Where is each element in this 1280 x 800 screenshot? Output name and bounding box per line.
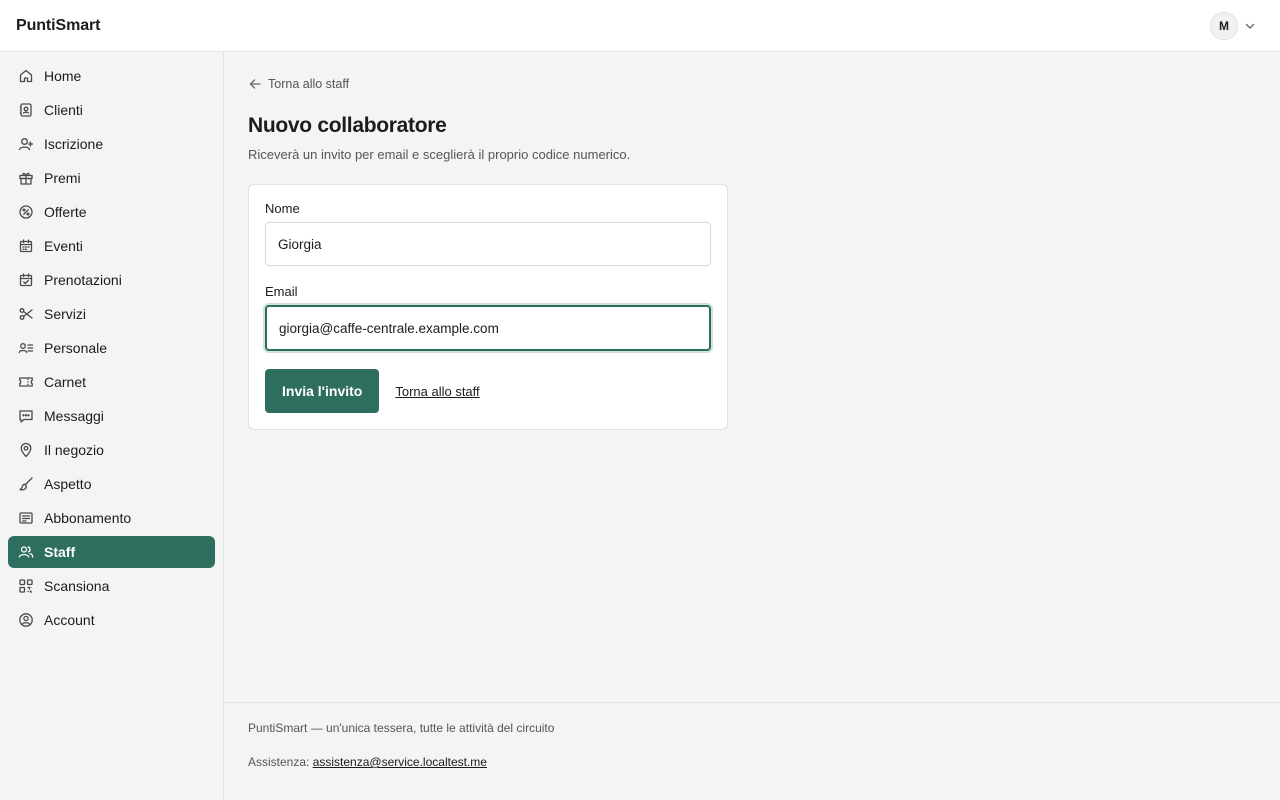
sidebar-item-label: Messaggi (44, 408, 104, 424)
contacts-icon (18, 102, 34, 118)
sidebar-item-aspetto[interactable]: Aspetto (8, 468, 215, 500)
ticket-icon (18, 374, 34, 390)
sidebar-item-label: Account (44, 612, 95, 628)
home-icon (18, 68, 34, 84)
user-list-icon (18, 340, 34, 356)
sidebar-item-label: Premi (44, 170, 81, 186)
name-input[interactable] (265, 222, 711, 266)
sidebar: Home Clienti Iscrizione Premi Offerte Ev… (0, 52, 224, 800)
sidebar-item-carnet[interactable]: Carnet (8, 366, 215, 398)
email-input[interactable] (265, 305, 711, 351)
footer-tagline: PuntiSmart — un'unica tessera, tutte le … (248, 721, 555, 735)
scissors-icon (18, 306, 34, 322)
sidebar-item-clienti[interactable]: Clienti (8, 94, 215, 126)
avatar[interactable]: M (1210, 11, 1238, 40)
sidebar-item-offerte[interactable]: Offerte (8, 196, 215, 228)
map-pin-icon (18, 442, 34, 458)
user-circle-icon (18, 612, 34, 628)
sidebar-item-label: Aspetto (44, 476, 92, 492)
sidebar-item-abbonamento[interactable]: Abbonamento (8, 502, 215, 534)
sidebar-item-premi[interactable]: Premi (8, 162, 215, 194)
name-group: Nome (265, 201, 711, 266)
brand-logo[interactable]: PuntiSmart (16, 17, 100, 35)
sidebar-item-messaggi[interactable]: Messaggi (8, 400, 215, 432)
form-actions: Invia l'invito Torna allo staff (265, 369, 711, 413)
back-link[interactable]: Torna allo staff (248, 77, 349, 91)
sidebar-item-label: Home (44, 68, 82, 84)
percent-badge-icon (18, 204, 34, 220)
sidebar-item-label: Iscrizione (44, 136, 104, 152)
send-invite-button[interactable]: Invia l'invito (265, 369, 380, 413)
sidebar-item-prenotazioni[interactable]: Prenotazioni (8, 264, 215, 296)
back-link-label[interactable]: Torna allo staff (268, 77, 349, 91)
user-menu[interactable]: M (1210, 11, 1264, 40)
sidebar-item-iscrizione[interactable]: Iscrizione (8, 128, 215, 160)
users-icon (18, 544, 34, 560)
main-content: Torna allo staff Nuovo collaboratore Ric… (224, 52, 1280, 702)
user-plus-icon (18, 136, 34, 152)
page-subtitle: Riceverà un invito per email e sceglierà… (248, 147, 631, 162)
sidebar-item-label: Offerte (44, 204, 87, 220)
sidebar-item-account[interactable]: Account (8, 604, 215, 636)
sidebar-item-il-negozio[interactable]: Il negozio (8, 434, 215, 466)
email-group: Email (265, 284, 711, 351)
sidebar-item-servizi[interactable]: Servizi (8, 298, 215, 330)
sidebar-item-label: Servizi (44, 306, 87, 322)
sidebar-item-label: Il negozio (44, 442, 104, 458)
sidebar-item-label: Clienti (44, 102, 83, 118)
gift-icon (18, 170, 34, 186)
support-email-link[interactable]: assistenza@service.localtest.me (313, 755, 487, 769)
sidebar-item-label: Abbonamento (44, 510, 132, 526)
top-bar: PuntiSmart M (0, 0, 1280, 52)
name-label: Nome (265, 201, 300, 216)
message-icon (18, 408, 34, 424)
sidebar-item-scansiona[interactable]: Scansiona (8, 570, 215, 602)
sidebar-item-label: Scansiona (44, 578, 110, 594)
sidebar-item-label: Prenotazioni (44, 272, 122, 288)
sidebar-item-eventi[interactable]: Eventi (8, 230, 215, 262)
new-staff-form: Nome Email Invia l'invito Torna allo sta… (248, 184, 728, 430)
qr-code-icon (18, 578, 34, 594)
email-label: Email (265, 284, 298, 299)
sidebar-item-label: Carnet (44, 374, 87, 390)
page-title: Nuovo collaboratore (248, 114, 447, 137)
sidebar-item-home[interactable]: Home (8, 60, 215, 92)
brush-icon (18, 476, 34, 492)
support-label: Assistenza: (248, 755, 310, 769)
arrow-left-icon (248, 77, 262, 91)
calendar-check-icon (18, 272, 34, 288)
sidebar-item-staff[interactable]: Staff (8, 536, 215, 568)
sidebar-item-label: Staff (44, 544, 76, 560)
sidebar-item-personale[interactable]: Personale (8, 332, 215, 364)
footer: PuntiSmart — un'unica tessera, tutte le … (224, 702, 1280, 800)
sidebar-item-label: Personale (44, 340, 108, 356)
footer-support: Assistenza: assistenza@service.localtest… (248, 755, 1256, 769)
chevron-down-icon[interactable] (1244, 20, 1256, 32)
sidebar-item-label: Eventi (44, 238, 83, 254)
back-to-staff-link[interactable]: Torna allo staff (395, 384, 479, 399)
calendar-icon (18, 238, 34, 254)
receipt-icon (18, 510, 34, 526)
